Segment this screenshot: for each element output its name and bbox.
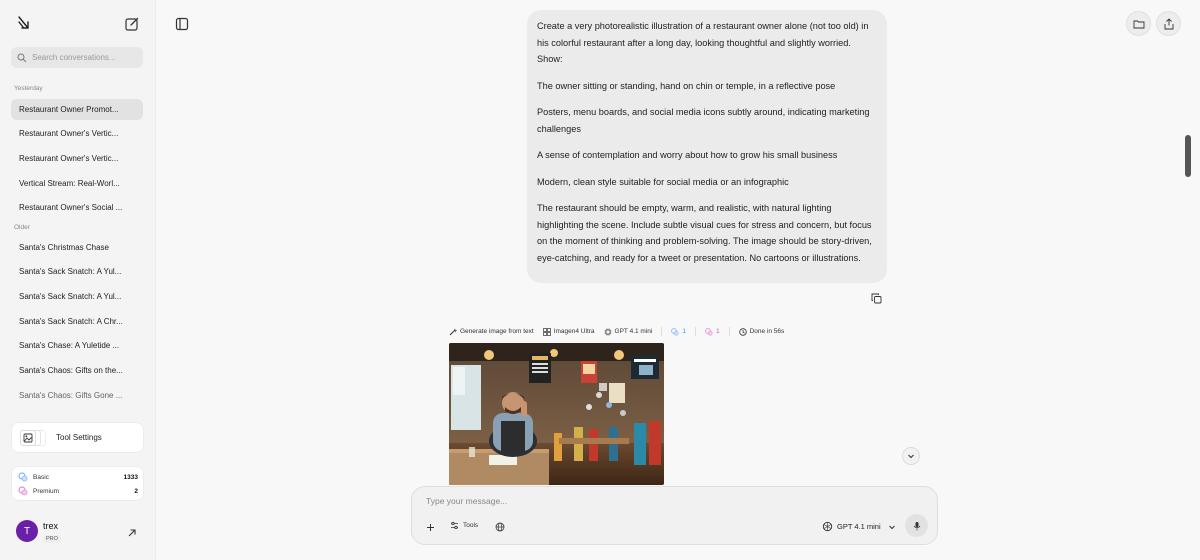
meta-divider — [694, 327, 696, 336]
conversation-item[interactable]: Santa's Christmas Chase — [11, 237, 143, 258]
search-icon — [17, 53, 27, 62]
meta-text-model: GPT 4.1 mini — [604, 328, 653, 336]
conversation-item[interactable]: Santa's Sack Snatch: A Chr... — [11, 311, 143, 332]
grid-icon — [542, 327, 551, 336]
copy-icon[interactable] — [871, 293, 882, 304]
message-paragraph: Create a very photorealistic illustratio… — [537, 21, 869, 64]
meta-image-model-label: Imagen4 Ultra — [553, 328, 595, 335]
meta-text-model-label: GPT 4.1 mini — [614, 328, 653, 335]
search-input[interactable] — [32, 53, 132, 62]
credit-row-premium: Premium 2 — [18, 485, 138, 497]
meta-tool-label: Generate image from text — [460, 328, 534, 335]
credit-row-basic: Basic 1333 — [18, 471, 138, 483]
app-logo-icon[interactable] — [17, 16, 31, 30]
conversation-item[interactable]: Santa's Sack Snatch: A Yul... — [11, 286, 143, 307]
message-paragraph: A sense of contemplation and worry about… — [537, 150, 838, 160]
message-paragraph: The restaurant should be empty, warm, an… — [537, 203, 872, 263]
premium-credit-icon — [18, 486, 28, 496]
conversation-item[interactable]: Santa's Chaos: Gifts Gone ... — [11, 385, 143, 406]
globe-icon[interactable] — [495, 522, 505, 532]
sidebar: Yesterday Restaurant Owner Promot... Res… — [0, 0, 155, 560]
credit-label: Premium — [33, 487, 60, 495]
section-label-older: Older — [14, 224, 30, 231]
meta-premium-cost-value: 1 — [715, 328, 720, 335]
scroll-down-button[interactable] — [902, 447, 920, 465]
conversation-item[interactable]: Vertical Stream: Real-Worl... — [11, 173, 143, 194]
user-profile[interactable]: T trex PRO — [16, 520, 61, 543]
openai-icon — [822, 521, 833, 532]
sliders-icon — [451, 521, 458, 530]
meta-basic-cost: 1 — [671, 327, 686, 336]
user-name: trex — [43, 521, 59, 531]
message-composer: Tools GPT 4.1 mini — [411, 486, 938, 545]
clock-icon — [738, 327, 747, 336]
meta-tool: Generate image from text — [449, 328, 534, 336]
message-paragraph: Posters, menu boards, and social media i… — [537, 107, 870, 134]
microphone-icon — [913, 521, 920, 530]
folder-icon — [1133, 20, 1144, 28]
premium-credit-icon — [705, 327, 713, 335]
plus-icon[interactable] — [426, 523, 435, 532]
basic-credit-icon — [18, 472, 28, 482]
credits-panel: Basic 1333 Premium 2 — [12, 467, 143, 500]
search-box[interactable] — [11, 47, 143, 68]
avatar: T — [16, 520, 38, 542]
credit-value: 2 — [134, 487, 138, 495]
user-message-bubble: Create a very photorealistic illustratio… — [527, 10, 887, 283]
tool-stack-icon — [20, 429, 48, 447]
mic-button[interactable] — [905, 514, 928, 537]
meta-divider — [728, 327, 730, 336]
message-paragraph: The owner sitting or standing, hand on c… — [537, 80, 836, 91]
arrow-up-right-icon[interactable] — [127, 528, 137, 538]
meta-status: Done in 56s — [738, 327, 785, 336]
basic-credit-icon — [671, 327, 679, 335]
share-button[interactable] — [1156, 11, 1181, 36]
conversation-item[interactable]: Restaurant Owner's Vertic... — [11, 148, 143, 169]
section-label-yesterday: Yesterday — [14, 85, 43, 92]
model-selector[interactable]: GPT 4.1 mini — [822, 521, 896, 532]
model-label: GPT 4.1 mini — [837, 522, 881, 531]
tools-label: Tools — [463, 522, 479, 529]
conversation-item[interactable]: Restaurant Owner's Social ... — [11, 197, 143, 218]
conversation-item[interactable]: Santa's Sack Snatch: A Yul... — [11, 261, 143, 282]
new-chat-icon[interactable] — [124, 16, 140, 32]
message-paragraph: Modern, clean style suitable for social … — [537, 176, 789, 187]
conversation-item[interactable]: Restaurant Owner Promot... — [11, 99, 143, 120]
conversation-item[interactable]: Santa's Chase: A Yuletide ... — [11, 335, 143, 356]
meta-premium-cost: 1 — [705, 327, 720, 336]
chevron-down-icon — [908, 454, 914, 459]
wand-icon — [449, 328, 457, 335]
sidebar-toggle-icon[interactable] — [175, 17, 189, 31]
credit-label: Basic — [33, 473, 49, 481]
generation-meta: Generate image from text Imagen4 Ultra G… — [449, 327, 784, 336]
credit-value: 1333 — [123, 473, 138, 481]
chevron-down-icon — [888, 525, 895, 529]
folder-button[interactable] — [1126, 11, 1151, 36]
meta-basic-cost-value: 1 — [682, 328, 686, 335]
tool-settings-label: Tool Settings — [56, 433, 102, 442]
conversation-item[interactable]: Restaurant Owner's Vertic... — [11, 123, 143, 144]
conversation-item[interactable]: Santa's Chaos: Gifts on the... — [11, 360, 143, 381]
meta-image-model: Imagen4 Ultra — [542, 327, 595, 336]
restaurant-scene-image — [449, 343, 664, 485]
meta-divider — [661, 327, 663, 336]
share-icon — [1164, 17, 1173, 29]
plan-badge: PRO — [43, 535, 61, 543]
chip-icon — [604, 328, 612, 335]
message-input[interactable] — [426, 496, 826, 510]
meta-status-label: Done in 56s — [749, 328, 785, 335]
tools-button[interactable]: Tools — [450, 521, 478, 530]
generated-image[interactable] — [449, 343, 664, 485]
scrollbar-thumb[interactable] — [1185, 135, 1191, 177]
tool-settings-button[interactable]: Tool Settings — [12, 423, 143, 452]
